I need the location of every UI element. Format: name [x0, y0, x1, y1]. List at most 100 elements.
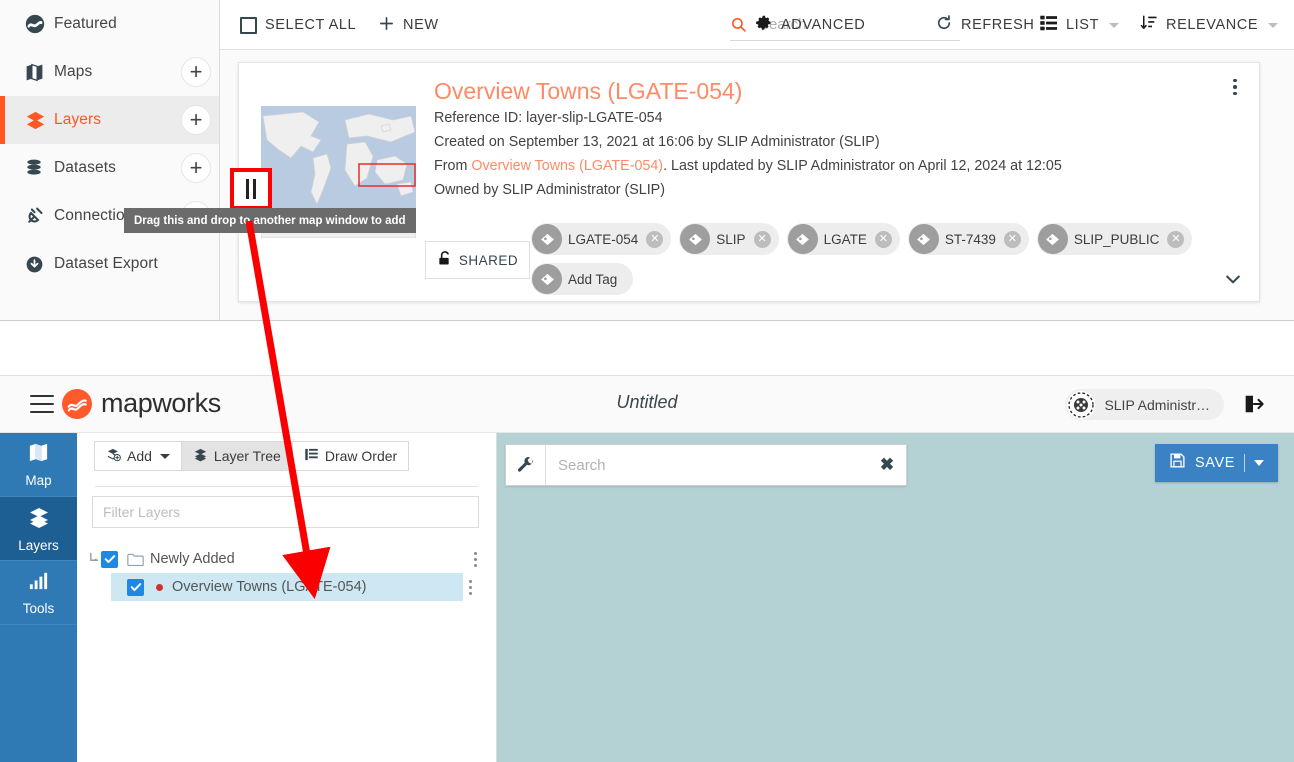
layer-checkbox[interactable] [127, 578, 144, 596]
save-label: SAVE [1194, 455, 1235, 471]
tree-row-menu-icon[interactable] [468, 549, 482, 569]
select-all-button[interactable]: SELECT ALL [240, 0, 356, 50]
tab-tools[interactable]: Tools [0, 561, 77, 625]
map-icon [27, 441, 50, 469]
tree-row-folder[interactable]: Newly Added [87, 545, 488, 573]
tag-icon [787, 224, 818, 254]
list-icon [1040, 15, 1058, 35]
tree-item-label: Newly Added [150, 551, 235, 567]
screen: Featured Maps + Layers + Datasets + Conn… [0, 0, 1294, 762]
tag-icon [532, 224, 562, 254]
catalogue-toolbar: SELECT ALL NEW ADVANCED [220, 0, 1294, 50]
catalogue-window: Featured Maps + Layers + Datasets + Conn… [0, 0, 1294, 321]
layer-symbol-icon [156, 583, 163, 591]
add-layer-button[interactable]: + [181, 105, 211, 135]
tag-label: SLIP [716, 231, 746, 247]
logout-icon[interactable] [1242, 393, 1264, 415]
mapworks-header: mapworks Untitled SLIP Administr… [0, 376, 1294, 433]
clear-search-icon[interactable]: ✖ [868, 455, 906, 475]
card-owner: Owned by SLIP Administrator (SLIP) [434, 182, 665, 198]
chevron-down-icon[interactable] [1223, 269, 1243, 289]
refresh-button[interactable]: REFRESH [935, 0, 1035, 50]
sidebar-item-datasets[interactable]: Datasets + [0, 144, 219, 192]
card-created: Created on September 13, 2021 at 16:06 b… [434, 134, 880, 150]
map-icon [24, 62, 54, 83]
sidebar-item-label: Maps [54, 63, 93, 80]
card-menu-icon[interactable] [1225, 75, 1245, 99]
tag-icon [908, 224, 939, 254]
wrench-icon[interactable] [506, 445, 546, 485]
sidebar-item-label: Layers [54, 111, 102, 128]
card-from-link[interactable]: Overview Towns (LGATE-054) [471, 158, 663, 174]
chevron-down-icon [1109, 22, 1120, 28]
tag-chip[interactable]: SLIP_PUBLIC ✕ [1036, 223, 1193, 255]
advanced-button[interactable]: ADVANCED [755, 0, 865, 50]
shared-badge[interactable]: SHARED [425, 241, 530, 279]
tag-label: LGATE-054 [568, 231, 639, 247]
chevron-down-icon [159, 453, 170, 459]
sidebar-item-maps[interactable]: Maps + [0, 48, 219, 96]
add-layer-icon [106, 447, 121, 465]
tag-chip[interactable]: LGATE ✕ [786, 223, 900, 255]
user-menu[interactable]: SLIP Administr… [1065, 389, 1224, 420]
unlock-icon [437, 250, 453, 270]
layer-tree: Newly Added Overview Towns (LGATE-054) [87, 545, 488, 601]
tree-row-menu-icon[interactable] [463, 577, 477, 597]
add-tag-chip[interactable]: Add Tag [531, 263, 634, 295]
draw-order-button[interactable]: Draw Order [291, 441, 410, 471]
collapse-toggle-icon[interactable] [87, 552, 101, 566]
tag-icon [1037, 224, 1068, 254]
chevron-down-icon[interactable] [1254, 460, 1264, 466]
layer-result-card[interactable]: Overview Towns (LGATE-054) Reference ID:… [238, 62, 1260, 302]
tag-remove-icon[interactable]: ✕ [1003, 230, 1021, 248]
save-divider [1244, 454, 1245, 472]
plus-icon [378, 15, 395, 36]
layer-panel: Add Layer Tree Draw Order Filter Layers … [77, 433, 497, 762]
map-canvas[interactable]: ✖ SAVE [497, 433, 1294, 762]
tab-map[interactable]: Map [0, 433, 77, 497]
shared-label: SHARED [458, 252, 519, 268]
refresh-label: REFRESH [961, 17, 1035, 33]
map-search-box[interactable]: ✖ [505, 444, 907, 486]
plug-icon [24, 206, 54, 227]
sidebar-item-dataset-export[interactable]: Dataset Export [0, 240, 219, 288]
folder-checkbox[interactable] [101, 550, 118, 568]
tag-remove-icon[interactable]: ✕ [874, 230, 892, 248]
chart-bars-icon [27, 569, 50, 597]
download-cloud-icon [24, 254, 54, 275]
tag-chip[interactable]: SLIP ✕ [679, 223, 779, 255]
new-button[interactable]: NEW [378, 0, 439, 50]
card-title[interactable]: Overview Towns (LGATE-054) [434, 78, 742, 105]
sidebar-item-featured[interactable]: Featured [0, 0, 219, 48]
tag-remove-icon[interactable]: ✕ [646, 230, 664, 248]
tree-row-layer[interactable]: Overview Towns (LGATE-054) [111, 573, 472, 601]
new-label: NEW [403, 17, 439, 33]
layer-tree-button[interactable]: Layer Tree [180, 441, 293, 471]
gear-icon [755, 14, 773, 36]
sidebar-item-layers[interactable]: Layers + [0, 96, 219, 144]
mapworks-tab-rail: Map Layers Tools [0, 433, 77, 762]
sort-mode-button[interactable]: RELEVANCE [1140, 0, 1279, 50]
tag-chip[interactable]: ST-7439 ✕ [907, 223, 1029, 255]
tag-chip[interactable]: LGATE-054 ✕ [531, 223, 672, 255]
add-layer-dropdown-button[interactable]: Add [94, 441, 182, 471]
tab-layers[interactable]: Layers [0, 497, 77, 561]
tag-remove-icon[interactable]: ✕ [753, 230, 771, 248]
view-mode-button[interactable]: LIST [1040, 0, 1120, 50]
add-map-button[interactable]: + [181, 57, 211, 87]
map-search-input[interactable] [546, 456, 868, 474]
drag-grip-icon [246, 179, 256, 199]
save-button[interactable]: SAVE [1154, 444, 1278, 482]
drag-handle[interactable] [230, 168, 272, 210]
draw-order-label: Draw Order [324, 448, 398, 464]
layers-icon [27, 505, 51, 534]
tree-item-label: Overview Towns (LGATE-054) [172, 579, 367, 595]
add-dataset-button[interactable]: + [181, 153, 211, 183]
tag-remove-icon[interactable]: ✕ [1167, 230, 1185, 248]
avatar [1067, 390, 1096, 419]
sidebar-item-label: Dataset Export [54, 255, 158, 272]
tag-list: LGATE-054 ✕ SLIP ✕ LGATE ✕ ST-7439 ✕ SLI… [531, 223, 1231, 295]
featured-icon [24, 13, 54, 35]
filter-layers-input[interactable] [92, 496, 479, 528]
select-all-checkbox[interactable] [240, 16, 257, 34]
